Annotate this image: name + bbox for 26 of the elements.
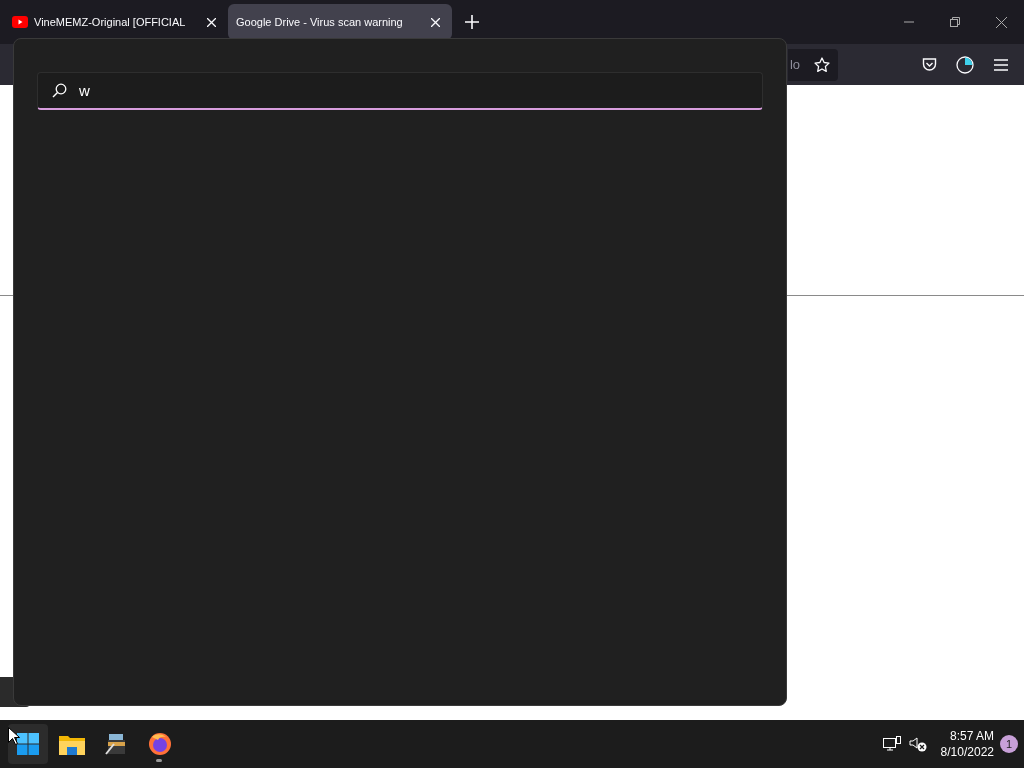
clock-time[interactable]: 8:57 AM <box>940 728 994 744</box>
clock-date[interactable]: 8/10/2022 <box>940 744 994 760</box>
fox-globe-icon <box>148 732 172 756</box>
windows-logo-icon <box>17 733 39 755</box>
address-text: lo <box>789 55 800 74</box>
running-indicator <box>156 759 162 762</box>
muted-speaker-icon[interactable] <box>908 736 927 752</box>
folder-icon <box>59 733 85 755</box>
start-button[interactable] <box>8 724 48 764</box>
restore-icon <box>950 17 960 27</box>
video-play-icon <box>12 16 28 28</box>
search-icon <box>52 83 67 98</box>
tab-title: VineMEMZ-Original [OFFICIAL <box>34 14 187 30</box>
mouse-cursor-icon <box>8 727 20 745</box>
plus-icon <box>465 15 479 29</box>
network-icon[interactable] <box>882 736 901 752</box>
tab-title: Google Drive - Virus scan warning <box>236 14 404 30</box>
archive-box-icon <box>104 732 128 756</box>
address-bar[interactable]: lo <box>787 48 838 81</box>
browser-tab[interactable]: VineMEMZ-Original [OFFICIAL <box>4 4 228 40</box>
notification-badge[interactable]: 1 <box>1000 735 1018 753</box>
search-box[interactable]: w <box>37 72 763 110</box>
search-input[interactable]: w <box>77 75 748 106</box>
browser-tab[interactable]: Google Drive - Virus scan warning <box>228 4 452 40</box>
bookmark-star-icon[interactable] <box>814 56 830 73</box>
close-icon <box>995 16 1007 28</box>
